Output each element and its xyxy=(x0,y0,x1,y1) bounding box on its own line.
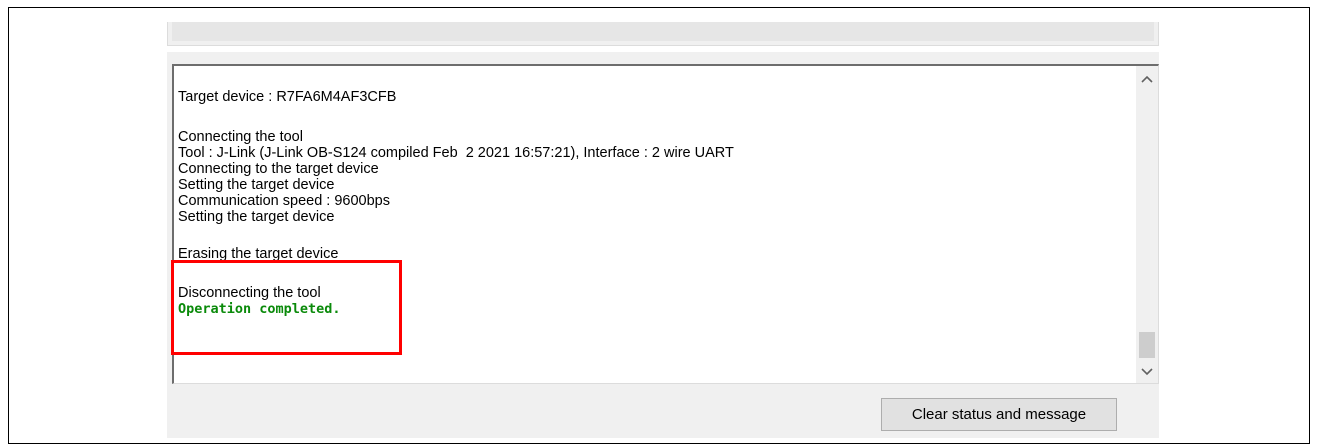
log-line: Setting the target device xyxy=(178,177,335,193)
log-line: Connecting the tool xyxy=(178,129,303,145)
vertical-scrollbar[interactable] xyxy=(1136,66,1158,383)
top-panel-inner xyxy=(172,22,1154,41)
top-panel-strip xyxy=(167,22,1159,46)
log-line: Connecting to the target device xyxy=(178,161,379,177)
log-line: Tool : J-Link (J-Link OB-S124 compiled F… xyxy=(178,145,734,161)
log-line: Setting the target device xyxy=(178,209,335,225)
scrollbar-thumb[interactable] xyxy=(1139,332,1155,358)
chevron-down-icon[interactable] xyxy=(1136,361,1158,383)
chevron-up-icon[interactable] xyxy=(1136,68,1158,90)
clear-status-button[interactable]: Clear status and message xyxy=(881,398,1117,431)
log-line: Target device : R7FA6M4AF3CFB xyxy=(178,89,397,105)
highlight-annotation xyxy=(171,260,402,355)
log-line: Communication speed : 9600bps xyxy=(178,193,390,209)
